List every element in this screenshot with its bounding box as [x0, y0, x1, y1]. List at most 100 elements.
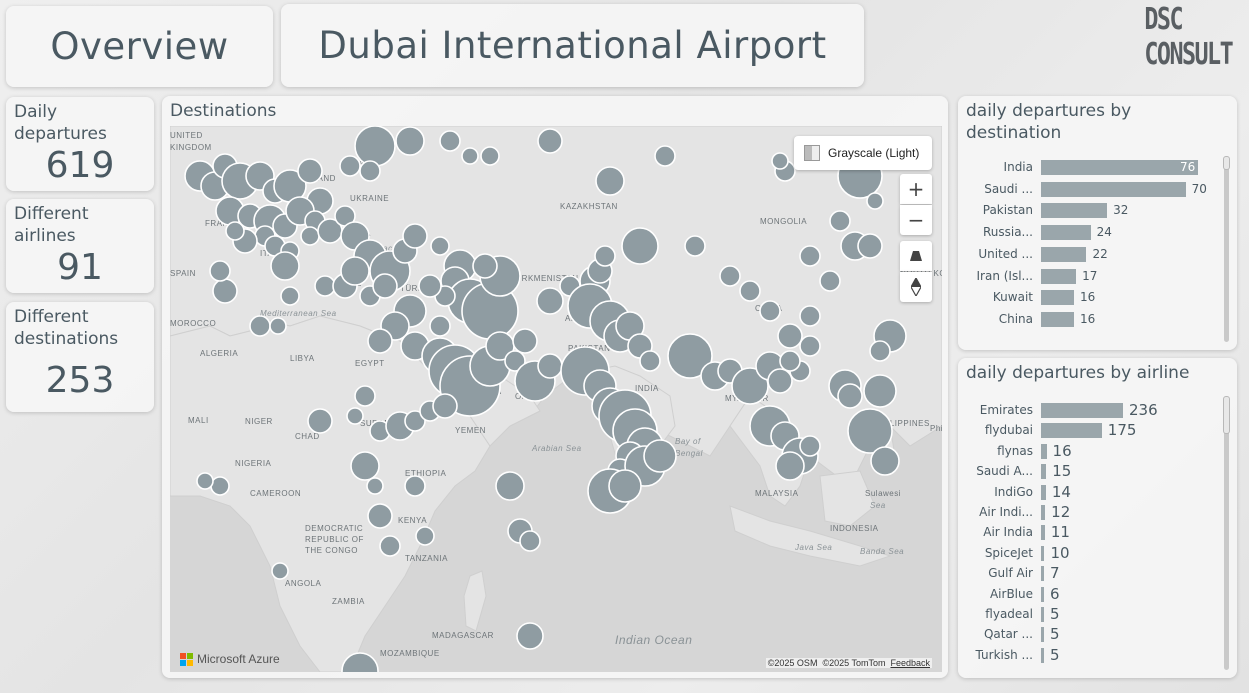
bar[interactable] [1041, 290, 1075, 306]
destination-bubble[interactable] [415, 526, 435, 546]
bar[interactable] [1041, 647, 1044, 663]
destination-bubble[interactable] [771, 152, 789, 170]
bar-row[interactable]: Russia... 24 [958, 225, 1218, 241]
bar-row[interactable]: Gulf Air 7 [958, 564, 1218, 582]
overview-tab[interactable]: Overview [6, 6, 273, 87]
bar-row[interactable]: Saudi ... 70 [958, 181, 1218, 198]
destination-bubble[interactable] [639, 350, 661, 372]
destination-bubble[interactable] [866, 192, 884, 210]
destination-bubble[interactable] [372, 273, 398, 299]
destination-bubble[interactable] [225, 221, 245, 241]
bar[interactable] [1041, 566, 1044, 582]
destination-bubble[interactable] [684, 235, 706, 257]
bar-row[interactable]: Pakistan 32 [958, 203, 1218, 219]
destination-bubble[interactable] [799, 435, 821, 457]
destination-bubble[interactable] [367, 328, 393, 354]
bar[interactable] [1041, 311, 1075, 327]
destination-bubble[interactable] [461, 147, 479, 165]
destination-bubble[interactable] [340, 256, 370, 286]
bar[interactable] [1041, 423, 1102, 439]
bar-row[interactable]: Air Indi... 12 [958, 503, 1218, 521]
destination-bubble[interactable] [307, 408, 333, 434]
destination-bubble[interactable] [837, 383, 863, 409]
destination-bubble[interactable] [269, 317, 287, 335]
bar[interactable] [1041, 484, 1046, 500]
destination-bubble[interactable] [870, 446, 900, 476]
destination-bubble[interactable] [366, 477, 384, 495]
bar-row[interactable]: SpiceJet 10 [958, 544, 1218, 562]
bar[interactable] [1041, 464, 1047, 480]
destination-bubble[interactable] [300, 226, 320, 246]
destination-bubble[interactable] [537, 353, 563, 379]
bar-row[interactable]: flynas 16 [958, 442, 1218, 460]
bar[interactable] [1041, 160, 1198, 175]
bar[interactable] [1041, 443, 1047, 459]
destination-bubble[interactable] [608, 469, 642, 503]
destination-bubble[interactable] [270, 251, 300, 281]
destination-bubble[interactable] [799, 245, 821, 267]
destination-bubble[interactable] [519, 530, 541, 552]
destination-bubble[interactable] [402, 223, 428, 249]
bar-row[interactable]: Kuwait 16 [958, 290, 1218, 306]
destination-bubble[interactable] [339, 155, 361, 177]
destinations-map[interactable]: KAZAKHSTANMONGOLIACHINAINDIAUKRAINEPOLAN… [170, 126, 942, 672]
bar-row[interactable]: Saudi A... 15 [958, 462, 1218, 480]
destination-bubble[interactable] [654, 145, 676, 167]
destination-bubble[interactable] [249, 315, 271, 337]
bar-row[interactable]: Air India 11 [958, 523, 1218, 541]
destination-bubble[interactable] [595, 166, 625, 196]
destination-bubble[interactable] [404, 475, 426, 497]
bar-row[interactable]: Qatar ... 5 [958, 625, 1218, 643]
destination-bubble[interactable] [516, 622, 544, 650]
destination-bubble[interactable] [472, 253, 498, 279]
bar-row[interactable]: flydubai 175 [958, 421, 1218, 439]
destination-bubble[interactable] [767, 368, 793, 394]
destination-bubble[interactable] [621, 227, 659, 265]
compass-button[interactable] [900, 272, 932, 302]
bar-row[interactable]: India 76 [958, 160, 1218, 176]
bar[interactable] [1041, 268, 1077, 284]
destination-bubble[interactable] [297, 158, 323, 184]
destination-bubble[interactable] [367, 503, 393, 529]
bar-row[interactable]: United ... 22 [958, 246, 1218, 263]
destination-bubble[interactable] [432, 393, 458, 419]
bar[interactable] [1041, 225, 1091, 241]
destination-bubble[interactable] [209, 260, 231, 282]
destination-bubble[interactable] [537, 128, 563, 154]
destination-bubble[interactable] [395, 126, 425, 156]
destination-bubble[interactable] [379, 535, 401, 557]
destination-bubble[interactable] [799, 335, 821, 357]
destination-bubble[interactable] [430, 236, 450, 256]
bar[interactable] [1041, 505, 1046, 520]
destination-bubble[interactable] [643, 439, 677, 473]
destination-bubble[interactable] [354, 385, 376, 407]
bar[interactable] [1041, 586, 1044, 602]
bar-row[interactable]: Emirates 236 [958, 401, 1218, 419]
bar-row[interactable]: flyadeal 5 [958, 605, 1218, 623]
destination-bubble[interactable] [354, 126, 396, 167]
destination-bubble[interactable] [418, 274, 442, 298]
destination-bubble[interactable] [429, 315, 451, 337]
destination-bubble[interactable] [536, 287, 564, 315]
bar[interactable] [1041, 181, 1186, 197]
bar-row[interactable]: IndiGo 14 [958, 483, 1218, 501]
bar[interactable] [1041, 545, 1045, 561]
bar[interactable] [1041, 525, 1045, 541]
destination-bubble[interactable] [271, 562, 289, 580]
pitch-button[interactable] [900, 241, 932, 271]
zoom-out-button[interactable]: − [900, 205, 932, 235]
destination-bubble[interactable] [869, 340, 891, 362]
bar[interactable] [1041, 607, 1044, 622]
destination-bubble[interactable] [857, 233, 883, 259]
destination-bubble[interactable] [212, 278, 238, 304]
destination-scrollbar[interactable] [1224, 156, 1229, 342]
destination-bubble[interactable] [777, 323, 803, 349]
airline-scroll-thumb[interactable] [1223, 396, 1230, 434]
bar-row[interactable]: Turkish ... 5 [958, 646, 1218, 664]
bar[interactable] [1041, 246, 1087, 262]
destination-bubble[interactable] [799, 305, 821, 327]
map-canvas[interactable]: KAZAKHSTANMONGOLIACHINAINDIAUKRAINEPOLAN… [170, 126, 942, 672]
destination-bubble[interactable] [280, 286, 300, 306]
bar[interactable] [1041, 403, 1123, 418]
destination-bubble[interactable] [863, 374, 897, 408]
